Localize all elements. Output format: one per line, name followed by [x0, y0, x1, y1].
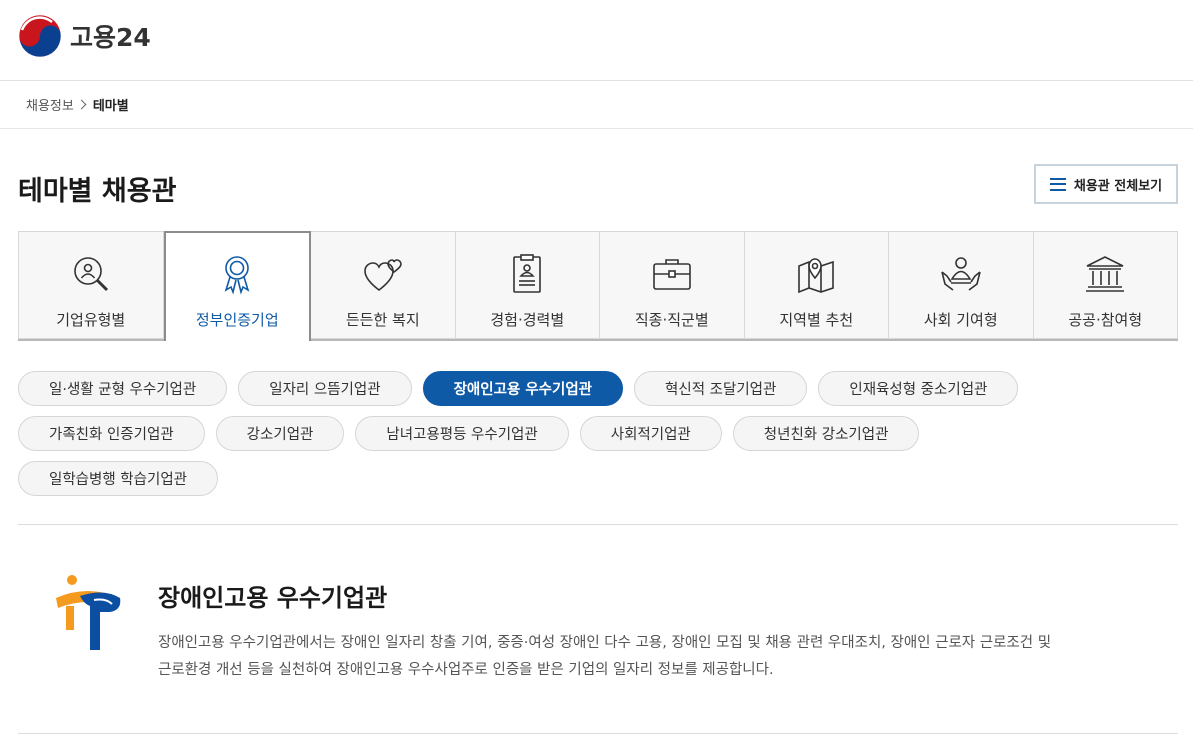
breadcrumb: 채용정보 테마별	[0, 81, 1193, 129]
chip-gender-equality[interactable]: 남녀고용평등 우수기업관	[355, 416, 569, 451]
chip-small-giant[interactable]: 강소기업관	[215, 416, 345, 451]
magnify-person-icon	[73, 257, 108, 292]
chip-youth-friendly[interactable]: 청년친화 강소기업관	[732, 416, 920, 451]
tab-gov-certified[interactable]: 정부인증기업	[163, 231, 311, 341]
clipboard-id-icon	[513, 254, 542, 293]
section-divider	[18, 733, 1178, 734]
taegeuk-logo-icon	[18, 14, 62, 58]
chip-work-study[interactable]: 일학습병행 학습기업관	[18, 461, 219, 496]
chip-disabled-employment[interactable]: 장애인고용 우수기업관	[422, 371, 624, 406]
tab-company-type[interactable]: 기업유형별	[18, 231, 164, 339]
chip-row: 일학습병행 학습기업관	[18, 461, 1178, 496]
chip-social-enterprise[interactable]: 사회적기업관	[579, 416, 722, 451]
tab-label: 지역별 추천	[779, 311, 854, 329]
chip-talent-development-sme[interactable]: 인재육성형 중소기업관	[818, 371, 1019, 406]
tab-welfare[interactable]: 든든한 복지	[311, 231, 456, 339]
view-all-label: 채용관 전체보기	[1073, 178, 1163, 194]
info-description-line: 근로환경 개선 등을 실천하여 장애인고용 우수사업주로 인증을 받은 기업의 …	[158, 662, 774, 678]
title-row: 테마별 채용관 채용관 전체보기	[0, 129, 1193, 231]
tab-label: 직종·직군별	[634, 311, 709, 329]
tab-experience[interactable]: 경험·경력별	[455, 231, 600, 339]
award-ribbon-icon	[224, 256, 250, 295]
chip-family-friendly[interactable]: 가족친화 인증기업관	[18, 416, 205, 451]
tab-label: 사회 기여형	[923, 311, 998, 329]
chip-row: 일·생활 균형 우수기업관 일자리 으뜸기업관 장애인고용 우수기업관 혁신적 …	[18, 371, 1178, 406]
tab-label: 기업유형별	[56, 311, 126, 329]
breadcrumb-parent-link[interactable]: 채용정보	[26, 95, 74, 114]
tab-label: 경험·경력별	[490, 311, 565, 329]
view-all-button[interactable]: 채용관 전체보기	[1034, 164, 1178, 204]
briefcase-icon	[652, 259, 691, 290]
chevron-right-icon	[76, 99, 87, 110]
logo-text: 고용24	[70, 23, 151, 52]
tab-social-contribution[interactable]: 사회 기여형	[889, 231, 1034, 339]
tab-job-category[interactable]: 직종·직군별	[600, 231, 745, 339]
hearts-icon	[363, 259, 402, 292]
info-description-line: 장애인고용 우수기업관에서는 장애인 일자리 창출 기여, 중증·여성 장애인 …	[158, 635, 1052, 651]
page-title: 테마별 채용관	[18, 176, 177, 207]
breadcrumb-current: 테마별	[92, 99, 129, 114]
map-pin-icon	[798, 258, 835, 294]
sub-category-chips: 일·생활 균형 우수기업관 일자리 으뜸기업관 장애인고용 우수기업관 혁신적 …	[18, 371, 1178, 506]
chip-row: 가족친화 인증기업관 강소기업관 남녀고용평등 우수기업관 사회적기업관 청년친…	[18, 416, 1178, 451]
site-logo[interactable]: 고용24	[18, 14, 151, 58]
menu-icon	[1049, 177, 1066, 191]
info-description: 장애인고용 우수기업관에서는 장애인 일자리 창출 기여, 중증·여성 장애인 …	[158, 630, 1158, 684]
tab-public-participation[interactable]: 공공·참여형	[1033, 231, 1178, 339]
bank-building-icon	[1086, 256, 1125, 292]
disability-employment-logo-icon	[56, 575, 121, 650]
info-title: 장애인고용 우수기업관	[158, 584, 388, 612]
chip-innovative-procurement[interactable]: 혁신적 조달기업관	[634, 371, 808, 406]
tab-region[interactable]: 지역별 추천	[744, 231, 889, 339]
tab-label: 정부인증기업	[195, 311, 279, 329]
hands-person-icon	[940, 257, 981, 291]
section-divider	[18, 524, 1178, 525]
tab-label: 공공·참여형	[1068, 311, 1143, 329]
chip-work-life-balance[interactable]: 일·생활 균형 우수기업관	[18, 371, 228, 406]
theme-tabs: 기업유형별 정부인증기업 든든한 복지 경험·경력별 직종·직군별 지역별 추천…	[18, 231, 1178, 341]
tab-label: 든든한 복지	[345, 311, 420, 329]
site-header: 고용24	[0, 0, 1193, 81]
chip-top-job-company[interactable]: 일자리 으뜸기업관	[238, 371, 412, 406]
